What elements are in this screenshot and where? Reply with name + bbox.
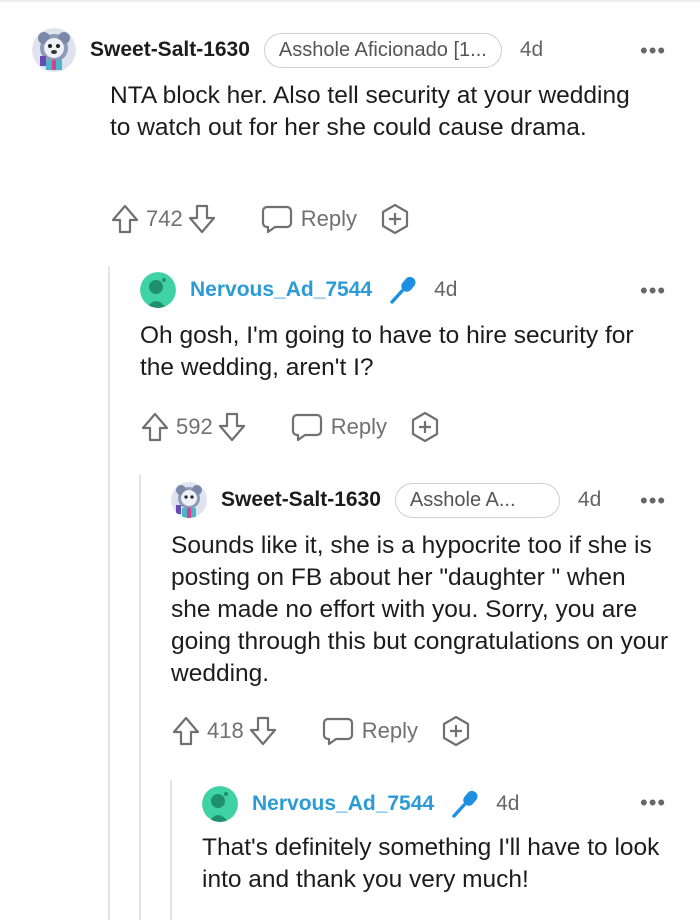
username[interactable]: Sweet-Salt-1630	[90, 38, 250, 62]
user-avatar[interactable]	[171, 482, 207, 518]
award-icon[interactable]	[409, 411, 441, 443]
thread-line	[108, 266, 110, 920]
comment-body: Oh gosh, I'm going to have to hire secur…	[140, 322, 634, 381]
more-icon[interactable]: •••	[640, 790, 666, 816]
comment: Sweet-Salt-1630 Asshole Aficionado [1...…	[32, 28, 672, 248]
vote-count: 418	[207, 718, 244, 743]
reply-icon	[322, 716, 354, 746]
comment-body: Sounds like it, she is a hypocrite too i…	[171, 532, 669, 687]
reply-icon	[291, 412, 323, 442]
comment-body: NTA block her. Also tell security at you…	[110, 82, 630, 141]
reply-label: Reply	[330, 414, 387, 439]
user-avatar[interactable]	[140, 272, 176, 308]
comment: Nervous_Ad_7544 4d ••• That's definitely…	[202, 784, 672, 914]
more-icon[interactable]: •••	[640, 278, 666, 304]
comment-age: 4d	[434, 278, 458, 301]
downvote-icon[interactable]	[187, 203, 217, 235]
reply-label: Reply	[300, 206, 357, 231]
downvote-icon[interactable]	[217, 411, 247, 443]
downvote-icon[interactable]	[248, 715, 278, 747]
user-flair: Asshole A...	[394, 482, 560, 518]
user-flair: Asshole Aficionado [1...	[263, 32, 502, 68]
reply-icon	[261, 204, 293, 234]
mic-icon	[388, 274, 420, 306]
vote-count: 742	[146, 206, 183, 231]
comment-age: 4d	[577, 488, 602, 511]
reply-button[interactable]: Reply	[291, 412, 387, 442]
comment-actions: 742 Reply	[110, 201, 411, 237]
thread-line	[139, 474, 141, 920]
comment: Nervous_Ad_7544 4d ••• Oh gosh, I'm goin…	[140, 270, 672, 460]
reply-label: Reply	[361, 718, 418, 743]
user-avatar[interactable]	[32, 28, 76, 72]
upvote-icon[interactable]	[140, 411, 170, 443]
top-divider	[0, 0, 700, 2]
comment-age: 4d	[519, 38, 544, 61]
comment: Sweet-Salt-1630 Asshole A... 4d ••• Soun…	[171, 480, 672, 760]
username[interactable]: Sweet-Salt-1630	[221, 488, 381, 512]
vote-count: 592	[176, 414, 213, 439]
user-avatar[interactable]	[202, 786, 238, 822]
mic-icon	[450, 788, 482, 820]
comment-age: 4d	[496, 792, 520, 815]
username[interactable]: Nervous_Ad_7544	[190, 278, 372, 302]
thread-line	[170, 780, 172, 920]
award-icon[interactable]	[379, 203, 411, 235]
award-icon[interactable]	[440, 715, 472, 747]
comment-body: That's definitely something I'll have to…	[202, 834, 660, 893]
more-icon[interactable]: •••	[640, 38, 666, 64]
comment-actions: 592 Reply	[140, 409, 441, 445]
reply-button[interactable]: Reply	[261, 204, 357, 234]
comment-actions: 418 Reply	[171, 713, 472, 749]
upvote-icon[interactable]	[110, 203, 140, 235]
username[interactable]: Nervous_Ad_7544	[252, 792, 434, 816]
more-icon[interactable]: •••	[640, 488, 666, 514]
upvote-icon[interactable]	[171, 715, 201, 747]
reply-button[interactable]: Reply	[322, 716, 418, 746]
